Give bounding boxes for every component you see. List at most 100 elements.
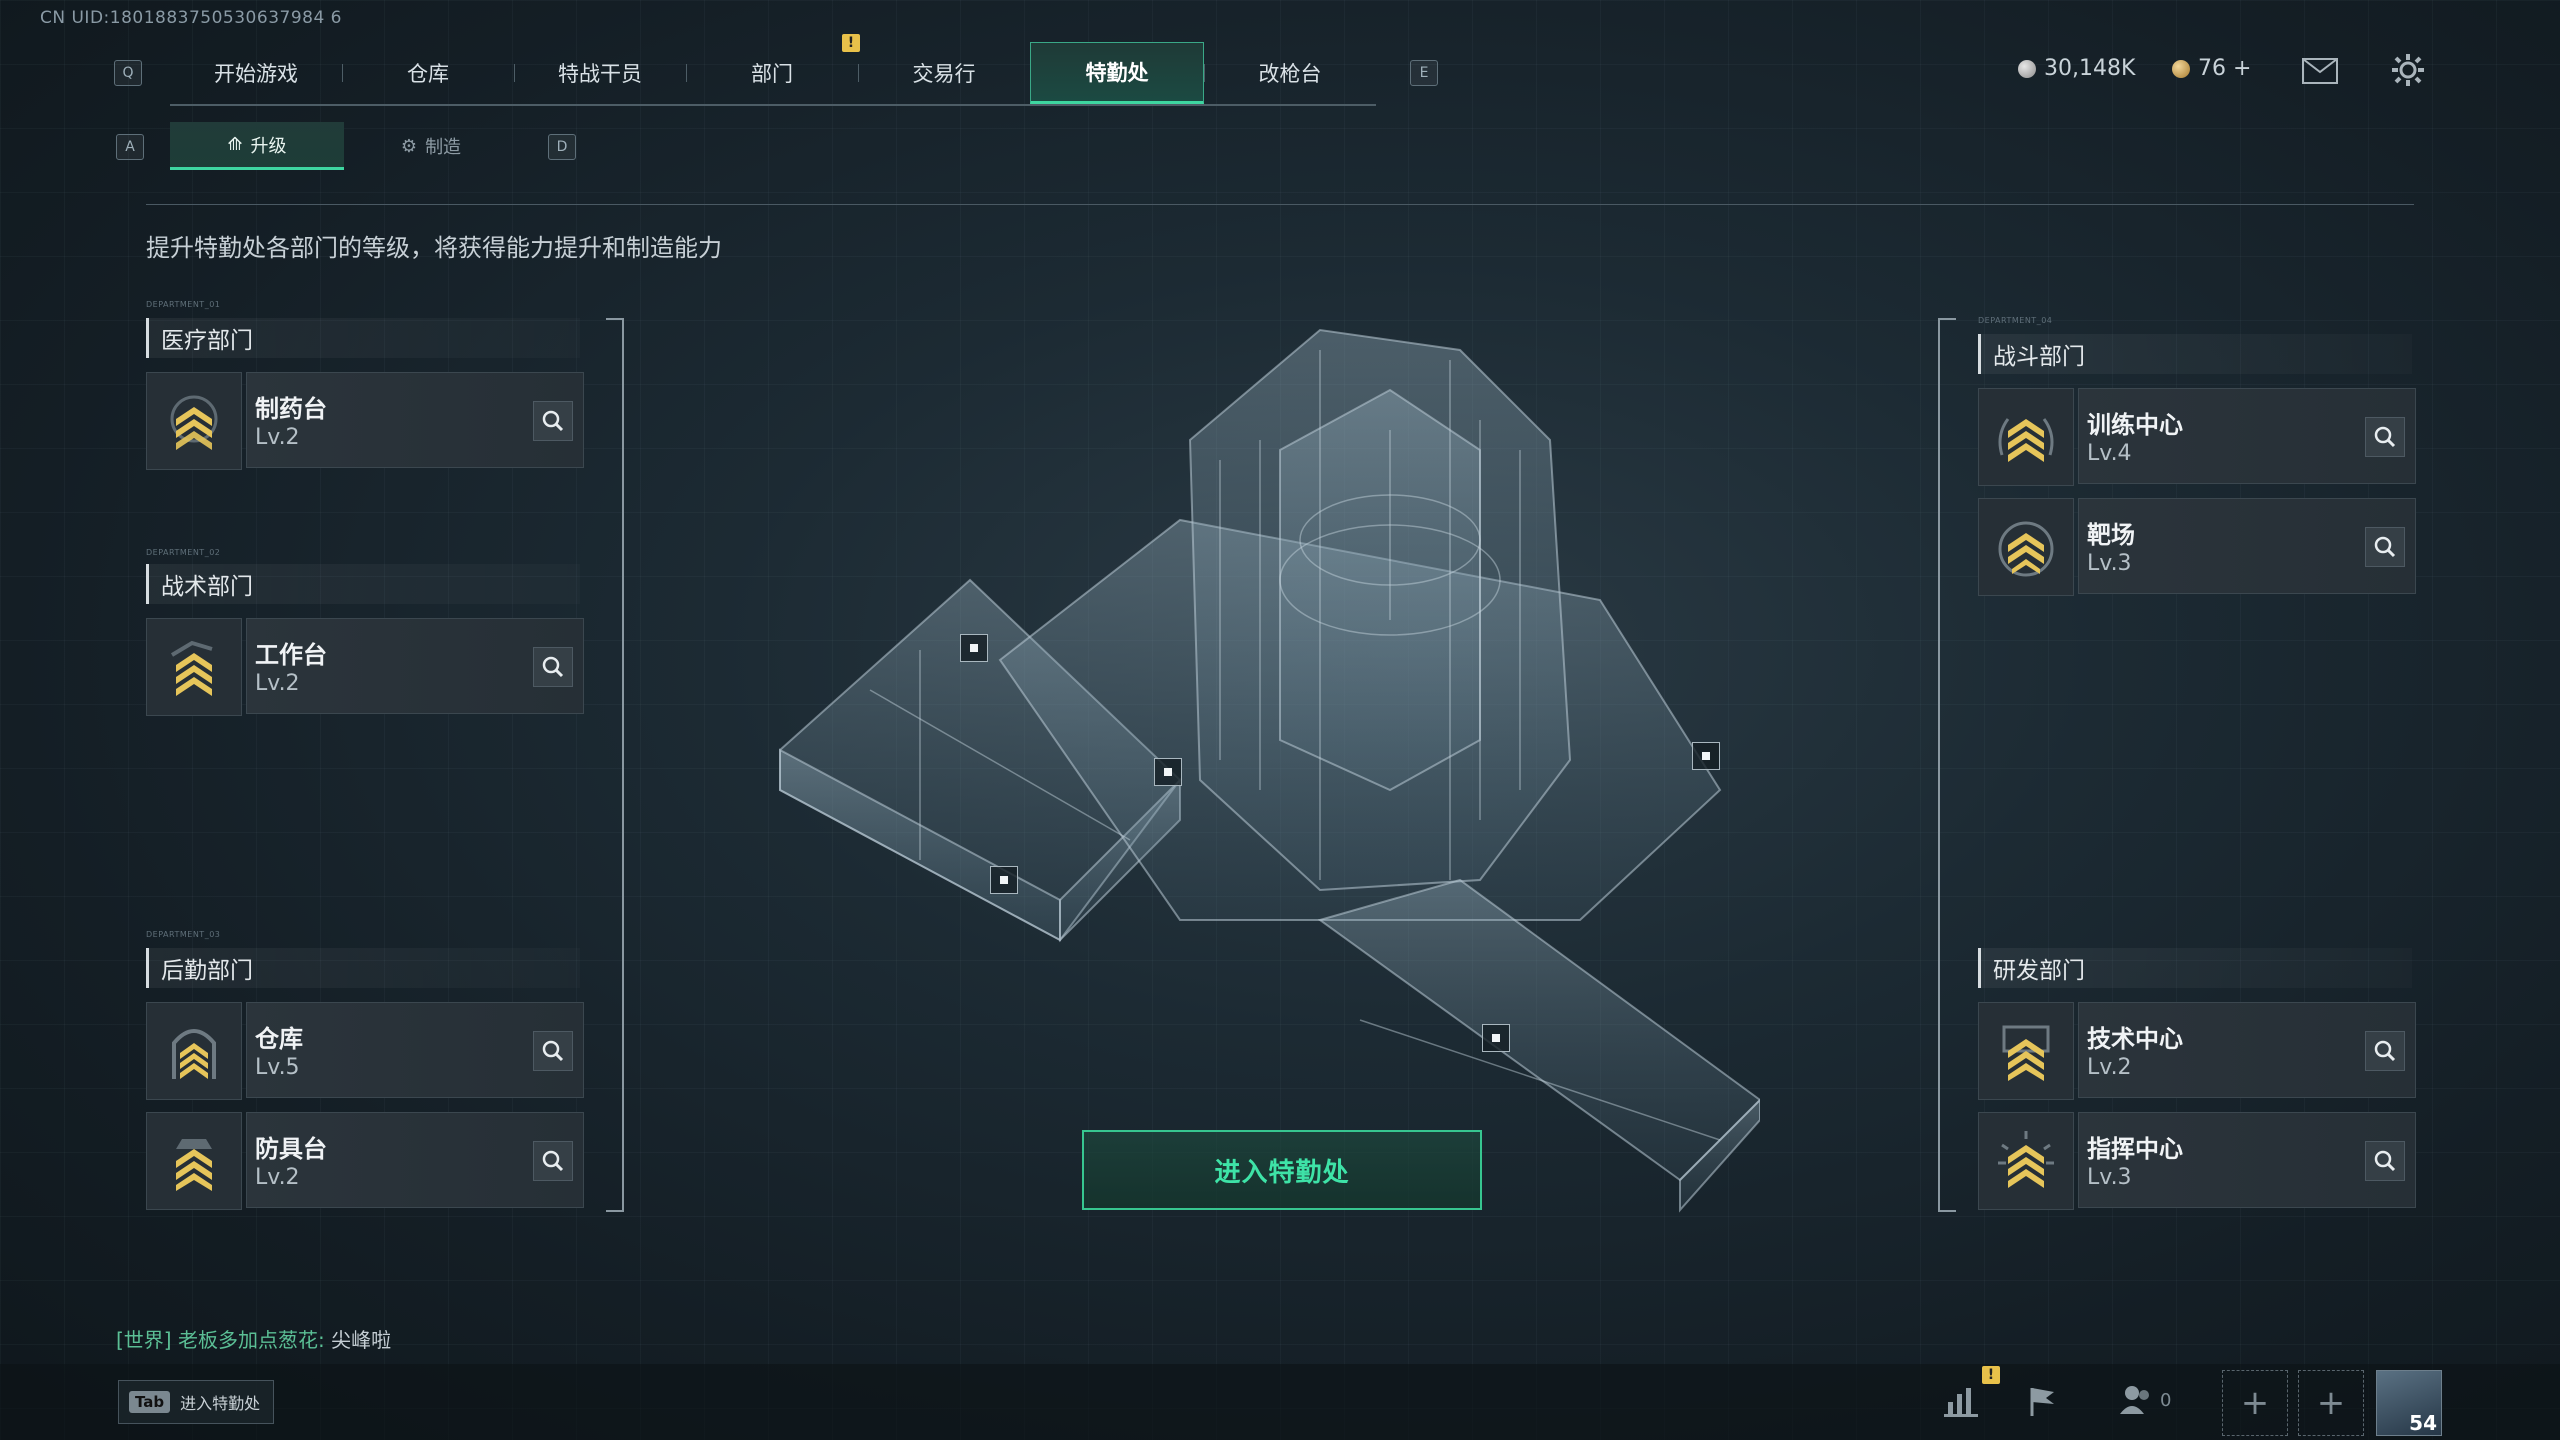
pharmacy-icon bbox=[146, 372, 242, 470]
mail-icon[interactable] bbox=[2302, 58, 2338, 88]
facility-level: Lv.3 bbox=[2087, 1165, 2132, 1190]
silver-coin-icon bbox=[2018, 59, 2036, 78]
friends-count: 0 bbox=[2160, 1389, 2172, 1411]
map-marker[interactable] bbox=[960, 634, 988, 662]
search-icon[interactable] bbox=[2365, 1031, 2405, 1071]
facility-name: 指挥中心 bbox=[2087, 1135, 2183, 1163]
facility-card[interactable]: 防具台 Lv.2 bbox=[146, 1112, 584, 1210]
world-chat[interactable]: [世界] 老板多加点葱花: 尖峰啦 bbox=[116, 1324, 391, 1353]
dept-tag-medical: DEPARTMENT_01 bbox=[146, 300, 221, 309]
facility-card[interactable]: 工作台 Lv.2 bbox=[146, 618, 584, 716]
facility-card[interactable]: 技术中心 Lv.2 bbox=[1978, 1002, 2416, 1100]
dept-tag-logistics: DEPARTMENT_03 bbox=[146, 930, 221, 939]
facility-level: Lv.2 bbox=[255, 425, 300, 450]
divider bbox=[146, 204, 2414, 205]
facility-info: 技术中心 Lv.2 bbox=[2078, 1002, 2416, 1098]
player-level: 54 bbox=[2409, 1411, 2437, 1435]
command-center-icon bbox=[1978, 1112, 2074, 1210]
search-icon[interactable] bbox=[533, 647, 573, 687]
search-icon[interactable] bbox=[2365, 527, 2405, 567]
warning-icon: ! bbox=[1982, 1366, 2000, 1384]
tab-special-ops[interactable]: 特勤处 bbox=[1030, 42, 1204, 104]
facility-info: 靶场 Lv.3 bbox=[2078, 498, 2416, 594]
dept-title-medical: 医疗部门 bbox=[146, 318, 580, 358]
chat-channel: [世界] bbox=[116, 1328, 172, 1352]
facility-level: Lv.3 bbox=[2087, 551, 2132, 576]
team-slot-add[interactable]: + bbox=[2222, 1370, 2288, 1436]
dept-title-combat: 战斗部门 bbox=[1978, 334, 2412, 374]
flag-icon[interactable] bbox=[2026, 1384, 2060, 1422]
facility-card[interactable]: 仓库 Lv.5 bbox=[146, 1002, 584, 1100]
tab-hint[interactable]: Tab 进入特勤处 bbox=[118, 1380, 274, 1424]
nav-key-q[interactable]: Q bbox=[114, 60, 142, 86]
facility-name: 工作台 bbox=[255, 641, 327, 669]
facility-info: 防具台 Lv.2 bbox=[246, 1112, 584, 1208]
tab-warehouse[interactable]: 仓库 bbox=[342, 42, 514, 104]
top-nav: 开始游戏 仓库 特战干员 部门 交易行 特勤处 改枪台 bbox=[170, 42, 1376, 106]
shooting-range-icon bbox=[1978, 498, 2074, 596]
facility-card[interactable]: 靶场 Lv.3 bbox=[1978, 498, 2416, 596]
warehouse-icon bbox=[146, 1002, 242, 1100]
facility-card[interactable]: 指挥中心 Lv.3 bbox=[1978, 1112, 2416, 1210]
settings-gear-icon[interactable] bbox=[2390, 52, 2426, 92]
bottom-bar bbox=[0, 1364, 2560, 1440]
search-icon[interactable] bbox=[533, 1141, 573, 1181]
warning-icon: ! bbox=[842, 34, 860, 52]
silver-currency: 30,148K bbox=[2018, 56, 2135, 81]
map-marker[interactable] bbox=[990, 866, 1018, 894]
subtab-upgrade[interactable]: ⟰ 升级 bbox=[170, 122, 344, 170]
friends-icon bbox=[2120, 1386, 2149, 1414]
nav-key-e[interactable]: E bbox=[1410, 60, 1438, 86]
tab-hint-label: 进入特勤处 bbox=[180, 1394, 261, 1413]
facility-card[interactable]: 制药台 Lv.2 bbox=[146, 372, 584, 470]
facility-info: 制药台 Lv.2 bbox=[246, 372, 584, 468]
facility-name: 制药台 bbox=[255, 395, 327, 423]
enter-special-ops-button[interactable]: 进入特勤处 bbox=[1082, 1130, 1482, 1210]
search-icon[interactable] bbox=[2365, 417, 2405, 457]
page-description: 提升特勤处各部门的等级，将获得能力提升和制造能力 bbox=[146, 234, 722, 262]
subtab-craft[interactable]: ⚙ 制造 bbox=[344, 122, 518, 170]
dept-title-tactical: 战术部门 bbox=[146, 564, 580, 604]
subtab-upgrade-label: 升级 bbox=[250, 135, 287, 157]
search-icon[interactable] bbox=[533, 401, 573, 441]
tab-gunsmith[interactable]: 改枪台 bbox=[1204, 42, 1376, 104]
player-avatar[interactable]: 54 bbox=[2376, 1370, 2442, 1436]
map-marker[interactable] bbox=[1692, 742, 1720, 770]
friends-button[interactable]: 0 bbox=[2118, 1384, 2171, 1416]
subtab-craft-label: 制造 bbox=[425, 137, 462, 158]
dept-tag-combat: DEPARTMENT_04 bbox=[1978, 316, 2053, 325]
subtab-key-d[interactable]: D bbox=[548, 134, 576, 160]
gold-currency[interactable]: 76 + bbox=[2172, 56, 2251, 81]
chat-message: 尖峰啦 bbox=[331, 1328, 392, 1352]
tab-start-game[interactable]: 开始游戏 bbox=[170, 42, 342, 104]
upgrade-icon: ⟰ bbox=[227, 134, 243, 155]
facility-level: Lv.4 bbox=[2087, 441, 2132, 466]
tab-trading[interactable]: 交易行 bbox=[858, 42, 1030, 104]
facility-name: 仓库 bbox=[255, 1025, 303, 1053]
map-marker[interactable] bbox=[1482, 1024, 1510, 1052]
map-marker[interactable] bbox=[1154, 758, 1182, 786]
tab-department[interactable]: 部门 bbox=[686, 42, 858, 104]
gold-coin-icon bbox=[2172, 59, 2190, 78]
team-slot-add[interactable]: + bbox=[2298, 1370, 2364, 1436]
search-icon[interactable] bbox=[533, 1031, 573, 1071]
training-center-icon bbox=[1978, 388, 2074, 486]
search-icon[interactable] bbox=[2365, 1141, 2405, 1181]
left-frame-bracket bbox=[606, 318, 624, 1212]
facility-level: Lv.2 bbox=[255, 671, 300, 696]
facility-info: 工作台 Lv.2 bbox=[246, 618, 584, 714]
facility-3d-model bbox=[760, 320, 1762, 1240]
facility-name: 防具台 bbox=[255, 1135, 327, 1163]
tech-center-icon bbox=[1978, 1002, 2074, 1100]
silver-amount: 30,148K bbox=[2044, 56, 2136, 81]
facility-info: 指挥中心 Lv.3 bbox=[2078, 1112, 2416, 1208]
facility-card[interactable]: 训练中心 Lv.4 bbox=[1978, 388, 2416, 486]
stats-chart-icon[interactable] bbox=[1942, 1384, 1980, 1422]
subtab-key-a[interactable]: A bbox=[116, 134, 144, 160]
facility-name: 技术中心 bbox=[2087, 1025, 2183, 1053]
facility-level: Lv.2 bbox=[2087, 1055, 2132, 1080]
facility-name: 靶场 bbox=[2087, 521, 2135, 549]
armor-bench-icon bbox=[146, 1112, 242, 1210]
tab-operators[interactable]: 特战干员 bbox=[514, 42, 686, 104]
dept-title-logistics: 后勤部门 bbox=[146, 948, 580, 988]
